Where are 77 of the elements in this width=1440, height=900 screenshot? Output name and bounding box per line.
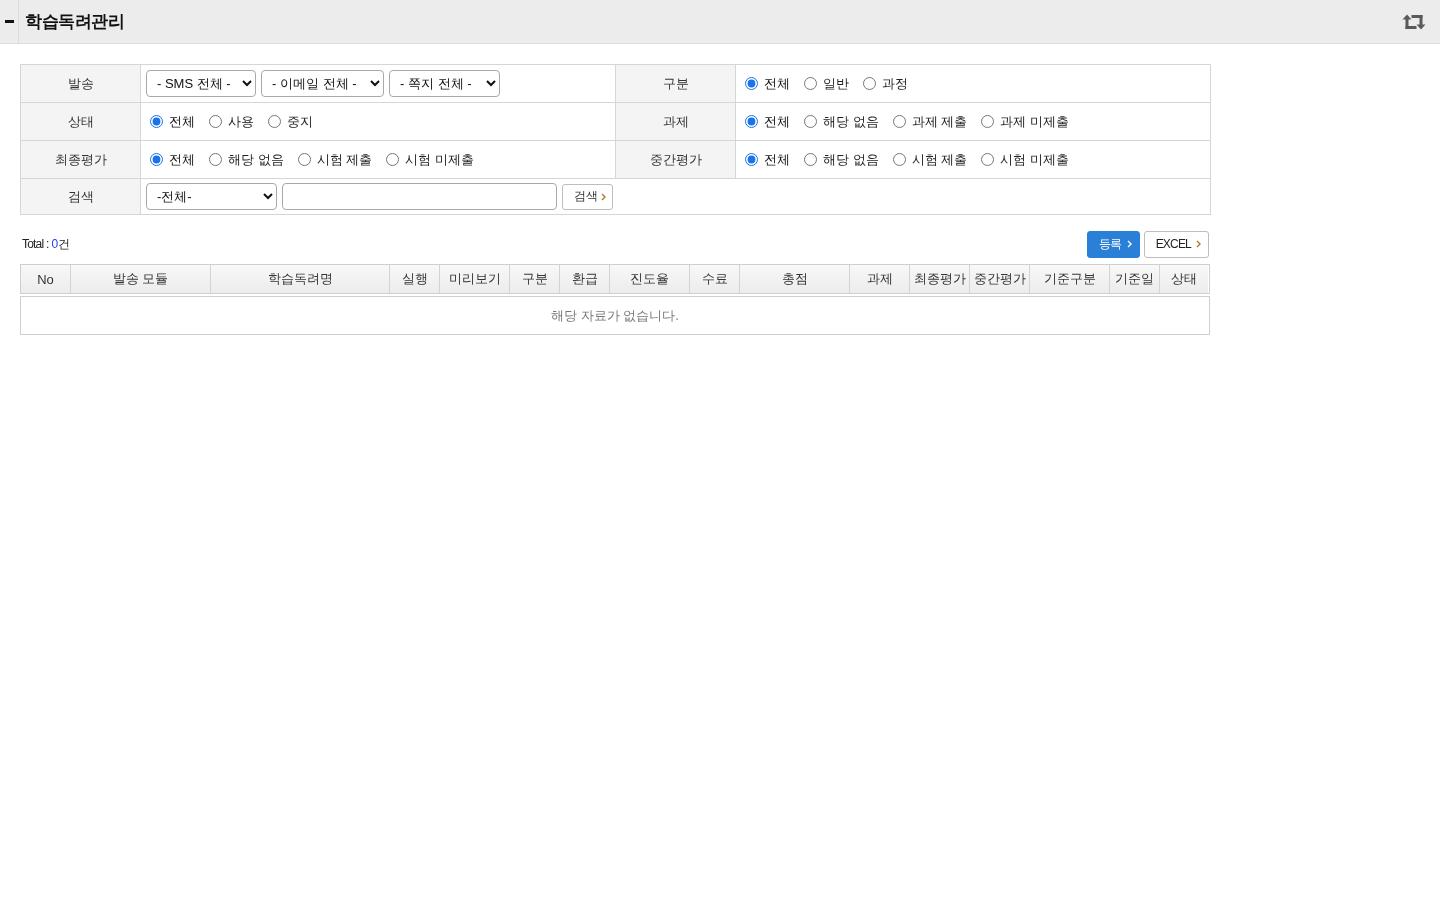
- radio-label[interactable]: 전체: [764, 112, 790, 131]
- radio-label[interactable]: 과정: [882, 74, 908, 93]
- radio-button[interactable]: [209, 115, 222, 128]
- excel-button[interactable]: EXCEL: [1143, 230, 1209, 258]
- dropdown[interactable]: - 이메일 전체 -: [261, 70, 384, 97]
- field-label: 발송: [20, 64, 141, 103]
- column-header: 진도율: [610, 265, 690, 293]
- column-header: 총점: [740, 265, 850, 293]
- radio-label[interactable]: 시험 미제출: [1000, 150, 1069, 169]
- page-title: 학습독려관리: [25, 11, 125, 33]
- radio-button[interactable]: [745, 77, 758, 90]
- column-header: 기준일: [1110, 265, 1160, 293]
- column-header: 학습독려명: [211, 265, 390, 293]
- radio-label[interactable]: 시험 미제출: [405, 150, 474, 169]
- radio-label[interactable]: 시험 제출: [911, 150, 968, 169]
- radio-button[interactable]: [981, 115, 995, 128]
- register-button[interactable]: 등록: [1087, 230, 1140, 258]
- radio-label[interactable]: 일반: [823, 74, 849, 93]
- radio-button[interactable]: [268, 115, 281, 128]
- total-label: Total :: [22, 236, 49, 251]
- total-unit: 건: [58, 235, 70, 253]
- column-header: 실행: [390, 265, 440, 293]
- column-header: 발송 모듈: [71, 265, 211, 293]
- radio-label[interactable]: 해당 없음: [228, 150, 284, 169]
- chevron-right-icon: [1196, 240, 1201, 248]
- column-header: 과제: [850, 265, 910, 293]
- radio-button[interactable]: [150, 153, 163, 166]
- column-header: No: [21, 265, 71, 293]
- column-header: 수료: [690, 265, 740, 293]
- field-label: 검색: [20, 178, 141, 215]
- radio-button[interactable]: [804, 153, 817, 166]
- chevron-right-icon: [1126, 240, 1132, 248]
- empty-message: 해당 자료가 없습니다.: [20, 296, 1210, 335]
- radio-label[interactable]: 사용: [228, 112, 254, 131]
- radio-label[interactable]: 해당 없음: [823, 150, 879, 169]
- radio-button[interactable]: [981, 153, 995, 166]
- column-header: 미리보기: [440, 265, 510, 293]
- field-label: 중간평가: [615, 140, 736, 179]
- radio-label[interactable]: 전체: [169, 150, 195, 169]
- radio-label[interactable]: 전체: [169, 112, 195, 131]
- radio-label[interactable]: 과제 미제출: [1000, 112, 1069, 131]
- column-header: 구분: [510, 265, 560, 293]
- total-count: 0: [51, 236, 58, 251]
- minus-icon[interactable]: [4, 20, 14, 23]
- chevron-right-icon: [601, 192, 606, 201]
- radio-button[interactable]: [386, 153, 400, 166]
- radio-button[interactable]: [892, 115, 906, 128]
- radio-label[interactable]: 전체: [764, 74, 790, 93]
- radio-label[interactable]: 전체: [764, 150, 790, 169]
- radio-button[interactable]: [150, 115, 163, 128]
- radio-button[interactable]: [863, 77, 876, 90]
- radio-label[interactable]: 시험 제출: [316, 150, 373, 169]
- radio-label[interactable]: 중지: [287, 112, 313, 131]
- column-header: 상태: [1160, 265, 1208, 293]
- field-label: 상태: [20, 102, 141, 141]
- radio-label[interactable]: 해당 없음: [823, 112, 879, 131]
- radio-button[interactable]: [297, 153, 311, 166]
- radio-button[interactable]: [745, 153, 758, 166]
- search-button[interactable]: 검색: [562, 183, 613, 210]
- radio-button[interactable]: [804, 77, 817, 90]
- dropdown[interactable]: - SMS 전체 -: [146, 70, 256, 97]
- field-label: 최종평가: [20, 140, 141, 179]
- radio-button[interactable]: [804, 115, 817, 128]
- column-header: 최종평가: [910, 265, 970, 293]
- radio-button[interactable]: [892, 153, 906, 166]
- field-label: 과제: [615, 102, 736, 141]
- search-type-dropdown[interactable]: -전체-: [146, 183, 277, 210]
- radio-button[interactable]: [745, 115, 758, 128]
- search-input[interactable]: [282, 183, 557, 210]
- column-header: 환급: [560, 265, 610, 293]
- dropdown[interactable]: - 쪽지 전체 -: [389, 70, 500, 97]
- radio-label[interactable]: 과제 제출: [911, 112, 968, 131]
- column-header: 중간평가: [970, 265, 1030, 293]
- refresh-icon[interactable]: [1402, 13, 1426, 30]
- radio-button[interactable]: [209, 153, 222, 166]
- field-label: 구분: [615, 64, 736, 103]
- column-header: 기준구분: [1030, 265, 1110, 293]
